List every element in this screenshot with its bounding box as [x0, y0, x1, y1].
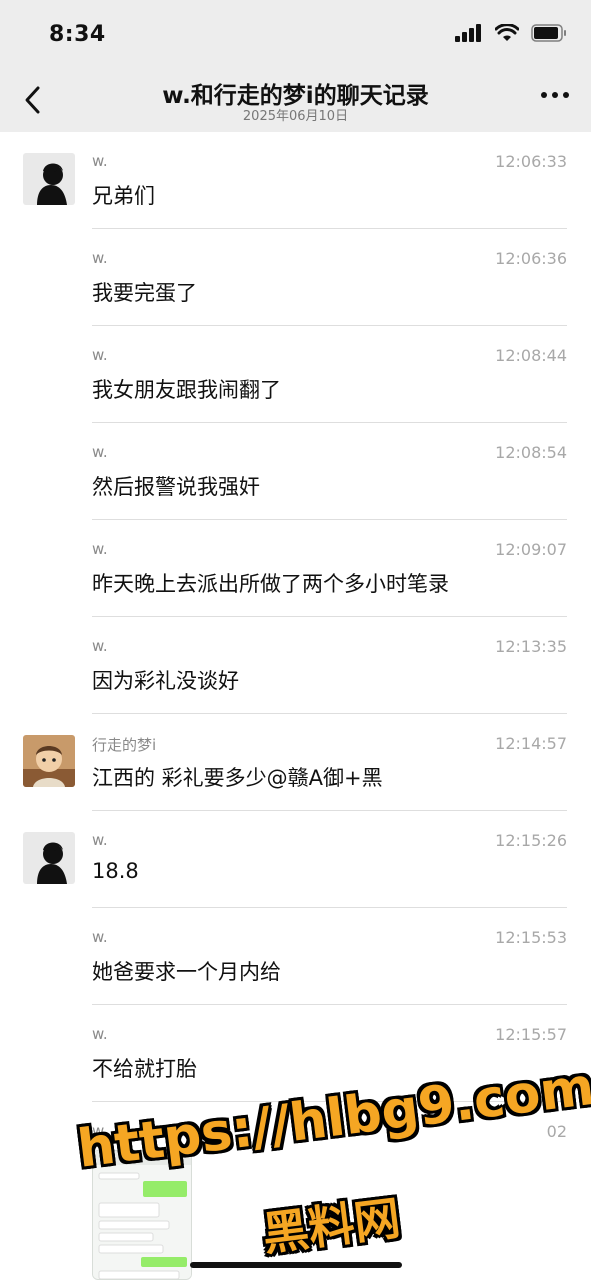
- watermark: https://hlbg9.com 黑料网: [74, 1057, 591, 1268]
- message-text[interactable]: 我要完蛋了: [92, 277, 197, 307]
- signal-icon: [455, 24, 481, 42]
- status-time: 8:34: [49, 22, 106, 47]
- page-subtitle-date: 2025年06月10日: [242, 109, 349, 124]
- wifi-icon: [495, 24, 519, 41]
- message-text[interactable]: 18.8: [92, 859, 139, 883]
- sender-name: w.: [92, 831, 108, 849]
- message-text[interactable]: 江西的 彩礼要多少@赣A御+黑: [92, 762, 383, 792]
- message-time: 12:09:07: [495, 540, 567, 559]
- message-time: 12:06:33: [495, 152, 567, 171]
- message-time: 12:06:36: [495, 249, 567, 268]
- message-text[interactable]: 因为彩礼没谈好: [92, 665, 239, 695]
- sender-name: w.: [92, 540, 108, 558]
- message-time: 12:15:57: [495, 1025, 567, 1044]
- message-text[interactable]: 我女朋友跟我闹翻了: [92, 374, 281, 404]
- message-time: 12:08:44: [495, 346, 567, 365]
- sender-name: w.: [92, 637, 108, 655]
- list-item: w. 12:06:33 兄弟们: [0, 132, 591, 229]
- avatar[interactable]: [23, 153, 75, 205]
- list-item: w. 12:09:07 昨天晚上去派出所做了两个多小时笔录: [0, 520, 591, 617]
- avatar[interactable]: [23, 832, 75, 884]
- message-text[interactable]: 然后报警说我强奸: [92, 471, 260, 501]
- list-item: w. 12:15:53 她爸要求一个月内给: [0, 908, 591, 1005]
- sender-name: w.: [92, 443, 108, 461]
- sender-name: w.: [92, 152, 108, 170]
- list-item: w. 12:08:54 然后报警说我强奸: [0, 423, 591, 520]
- list-item: w. 12:06:36 我要完蛋了: [0, 229, 591, 326]
- message-time: 12:15:26: [495, 831, 567, 850]
- sender-name: w.: [92, 1025, 108, 1043]
- avatar-dream-icon: [23, 735, 75, 787]
- watermark-name: 黑料网: [259, 1190, 404, 1262]
- message-text[interactable]: 不给就打胎: [92, 1053, 197, 1083]
- message-time: 12:14:57: [495, 734, 567, 753]
- list-item: w. 12:13:35 因为彩礼没谈好: [0, 617, 591, 714]
- home-indicator[interactable]: [190, 1262, 402, 1268]
- nav-bar: w.和行走的梦i的聊天记录 2025年06月10日: [0, 70, 591, 132]
- message-time: 12:15:53: [495, 928, 567, 947]
- list-item: w. 12:08:44 我女朋友跟我闹翻了: [0, 326, 591, 423]
- sender-name: 行走的梦i: [92, 736, 157, 754]
- message-time: 12:13:35: [495, 637, 567, 656]
- message-text[interactable]: 昨天晚上去派出所做了两个多小时笔录: [92, 568, 449, 598]
- message-text[interactable]: 兄弟们: [92, 180, 155, 210]
- list-item: w. 12:15:26 18.8: [0, 811, 591, 908]
- chat-history-list[interactable]: w. 12:06:33 兄弟们 w. 12:06:36 我要完蛋了 w. 12:…: [0, 132, 591, 1199]
- avatar-w-icon: [23, 832, 75, 884]
- battery-icon: [531, 24, 566, 42]
- sender-name: w.: [92, 249, 108, 267]
- list-item: 行走的梦i 12:14:57 江西的 彩礼要多少@赣A御+黑: [0, 714, 591, 811]
- message-text[interactable]: 她爸要求一个月内给: [92, 956, 281, 986]
- avatar-w-icon: [23, 153, 75, 205]
- avatar[interactable]: [23, 735, 75, 787]
- sender-name: w.: [92, 346, 108, 364]
- status-bar: 8:34: [0, 0, 591, 70]
- sender-name: w.: [92, 928, 108, 946]
- more-icon: [541, 92, 547, 98]
- message-time: 12:08:54: [495, 443, 567, 462]
- more-button[interactable]: [541, 92, 569, 98]
